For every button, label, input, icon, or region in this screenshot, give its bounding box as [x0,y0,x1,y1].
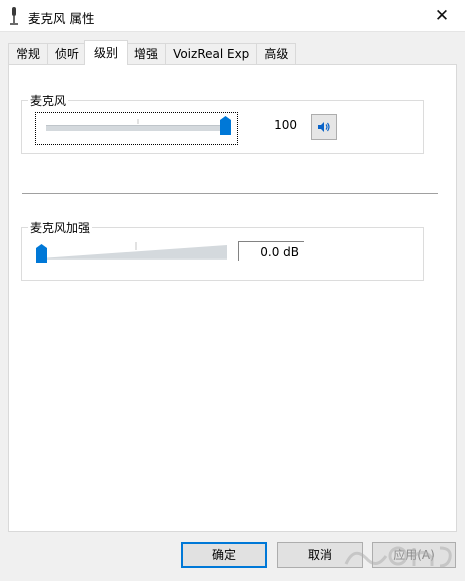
microphone-level-value[interactable]: 100 [252,115,302,135]
window-title: 麦克风 属性 [28,11,95,26]
apply-button[interactable]: 应用(A) [372,542,456,568]
tab-listen[interactable]: 侦听 [47,43,87,65]
boost-slider-track [40,242,227,260]
microphone-slider-track [46,119,230,131]
cancel-button[interactable]: 取消 [277,542,363,568]
microphone-boost-group: 麦克风加强 0.0 dB [21,219,424,281]
boost-slider-thumb[interactable] [36,244,47,263]
microphone-boost-label: 麦克风加强 [28,219,93,236]
microphone-boost-slider[interactable] [36,238,231,266]
title-bar: 麦克风 属性 ✕ [0,0,465,32]
tab-levels[interactable]: 级别 [84,40,129,65]
section-divider [22,193,438,194]
speaker-icon [318,122,330,132]
tab-enhancements[interactable]: 增强 [126,43,166,65]
close-icon: ✕ [434,6,450,26]
microphone-slider[interactable] [35,112,238,145]
ok-button[interactable]: 确定 [181,542,267,568]
properties-window: 麦克风 属性 ✕ 常规 侦听 级别 增强 VoizReal Exp 高级 麦克风 [0,0,465,581]
mute-toggle-button[interactable] [311,114,337,140]
tab-general[interactable]: 常规 [8,43,48,65]
tab-strip: 常规 侦听 级别 增强 VoizReal Exp 高级 [8,40,297,65]
microphone-slider-thumb[interactable] [220,116,231,135]
microphone-boost-value[interactable]: 0.0 dB [238,241,304,261]
tab-voizreal-exp[interactable]: VoizReal Exp [165,43,257,65]
microphone-group: 麦克风 100 [21,92,424,154]
tab-advanced[interactable]: 高级 [256,43,297,65]
close-button[interactable]: ✕ [419,0,465,32]
tab-panel: 麦克风 100 麦克风加强 0.0 dB [8,64,457,532]
microphone-icon [10,7,18,25]
microphone-label: 麦克风 [28,92,69,109]
